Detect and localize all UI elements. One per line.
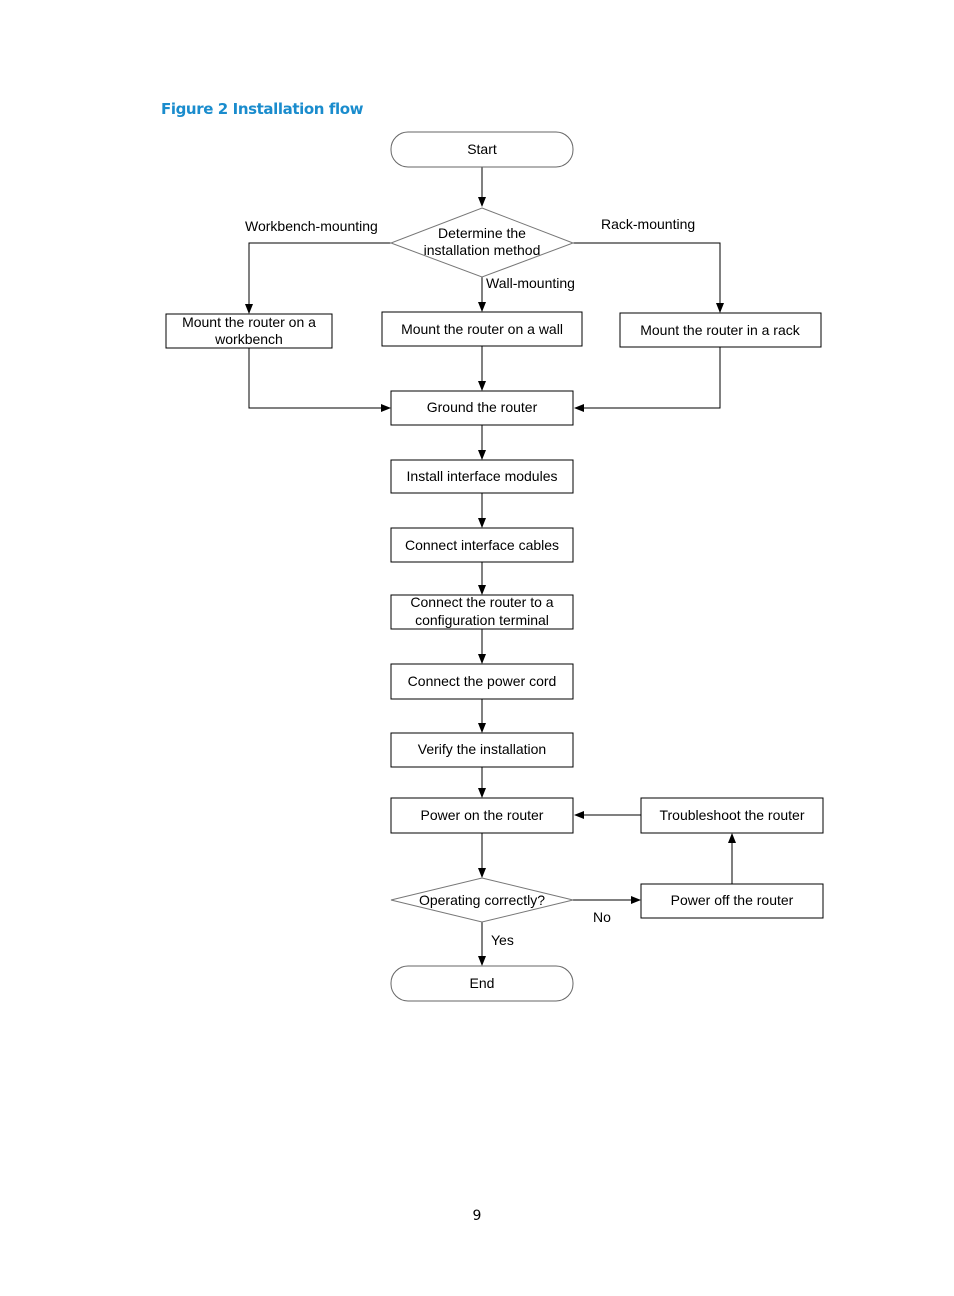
node-end: End [390, 965, 574, 1002]
node-label: End [470, 975, 495, 991]
edge-label-no: No [593, 909, 611, 925]
installation-flowchart: Start End Determine the installation met… [165, 131, 824, 1002]
node-label: Verify the installation [418, 741, 546, 757]
node-start: Start [390, 131, 574, 168]
node-label: Troubleshoot the router [659, 807, 804, 823]
node-operating-correctly: Operating correctly? [390, 877, 574, 923]
edge-label-workbench-mounting: Workbench-mounting [245, 218, 378, 234]
node-ground: Ground the router [390, 390, 574, 426]
edge-determine-to-workbench [245, 242, 391, 314]
node-label-line-2: configuration terminal [415, 612, 549, 628]
node-label: Ground the router [427, 399, 538, 415]
node-connect-cables: Connect interface cables [390, 527, 574, 563]
node-label: Connect interface cables [405, 537, 559, 553]
node-mount-workbench: Mount the router on a workbench [165, 313, 333, 349]
node-label: Operating correctly? [419, 892, 545, 908]
node-determine-method: Determine the installation method [389, 207, 575, 278]
node-label: Power off the router [671, 892, 794, 908]
node-label: Start [467, 141, 497, 157]
edge-label-rack-mounting: Rack-mounting [601, 216, 695, 232]
node-label-line-1: Determine the [438, 225, 526, 241]
node-connect-terminal: Connect the router to a configuration te… [390, 594, 574, 630]
node-connect-power-cord: Connect the power cord [390, 663, 574, 700]
node-label: Mount the router in a rack [640, 322, 801, 338]
node-label-line-1: Mount the router on a [182, 314, 316, 330]
node-label-line-2: workbench [214, 331, 283, 347]
edge-rack-to-ground [574, 347, 721, 412]
node-power-on: Power on the router [390, 797, 574, 834]
node-label: Power on the router [421, 807, 544, 823]
node-verify-installation: Verify the installation [390, 732, 574, 768]
node-power-off: Power off the router [640, 883, 824, 919]
node-label: Connect the power cord [408, 673, 557, 689]
edge-label-wall-mounting: Wall-mounting [486, 275, 575, 291]
node-mount-rack: Mount the router in a rack [619, 312, 822, 348]
node-install-modules: Install interface modules [390, 459, 574, 494]
node-label-line-1: Connect the router to a [410, 594, 553, 610]
node-troubleshoot: Troubleshoot the router [640, 797, 824, 834]
page-number: 9 [472, 1208, 482, 1224]
node-label: Install interface modules [407, 468, 558, 484]
edge-workbench-to-ground [248, 348, 391, 412]
node-label-line-2: installation method [424, 242, 541, 258]
node-mount-wall: Mount the router on a wall [381, 311, 583, 347]
edge-determine-to-rack [573, 242, 724, 313]
node-label: Mount the router on a wall [401, 321, 563, 337]
edge-label-yes: Yes [491, 932, 514, 948]
